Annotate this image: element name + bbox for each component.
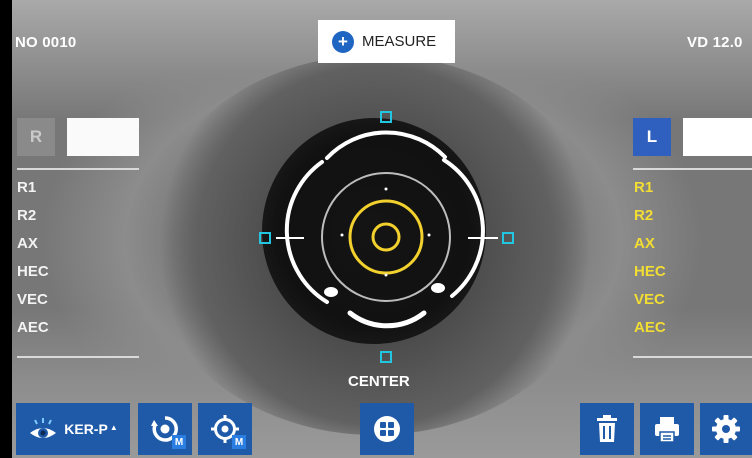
print-button[interactable] <box>640 403 694 455</box>
right-aec-label: AEC <box>17 319 49 336</box>
mid-ring <box>321 172 451 302</box>
left-ax-label: AX <box>634 235 655 252</box>
reflection-right <box>431 283 445 293</box>
marker-right-line <box>468 237 498 239</box>
m-badge: M <box>232 435 246 449</box>
dot-top <box>384 187 388 191</box>
right-eye-id-field <box>67 118 139 156</box>
left-hec-label: HEC <box>634 263 666 280</box>
left-r2-label: R2 <box>634 207 654 224</box>
grid-icon <box>374 416 400 442</box>
measurement-mode-button[interactable]: KER-P ▲ <box>16 403 130 455</box>
left-panel-top-divider <box>633 168 752 170</box>
right-vec-label: VEC <box>17 291 48 308</box>
menu-grid-button[interactable] <box>360 403 414 455</box>
left-eye-id-field <box>683 118 752 156</box>
marker-bottom <box>380 351 392 363</box>
auto-tracking-button[interactable]: M <box>138 403 192 455</box>
right-hec-label: HEC <box>17 263 49 280</box>
left-vec-label: VEC <box>634 291 665 308</box>
target-inner-ring <box>371 222 401 252</box>
m-badge: M <box>172 435 186 449</box>
print-icon <box>655 417 679 443</box>
patient-number: NO 0010 <box>15 34 77 51</box>
right-eye-badge[interactable]: R <box>17 118 55 156</box>
mode-label: KER-P <box>64 421 108 437</box>
right-panel-top-divider <box>17 168 139 170</box>
measure-button-label: MEASURE <box>362 33 437 50</box>
mode-dropdown-arrow: ▲ <box>109 423 118 432</box>
delete-button[interactable] <box>580 403 634 455</box>
trash-icon <box>597 415 617 442</box>
right-r2-label: R2 <box>17 207 37 224</box>
gear-icon <box>712 415 740 443</box>
dot-bottom <box>384 273 388 277</box>
marker-right <box>502 232 514 244</box>
eye-icon <box>30 418 57 438</box>
left-panel-bottom-divider <box>633 356 752 358</box>
dot-left <box>340 233 344 237</box>
left-aec-label: AEC <box>634 319 666 336</box>
marker-top <box>380 111 392 123</box>
vertex-distance: VD 12.0 <box>687 34 743 51</box>
target-outer-ring <box>348 199 424 275</box>
marker-left-line <box>276 237 304 239</box>
settings-button[interactable] <box>700 403 752 455</box>
right-ax-label: AX <box>17 235 38 252</box>
outer-arc-ring <box>284 130 485 304</box>
right-r1-label: R1 <box>17 179 37 196</box>
marker-left <box>259 232 271 244</box>
lower-arc <box>347 310 427 329</box>
plus-icon: + <box>332 30 354 53</box>
left-r1-label: R1 <box>634 179 654 196</box>
camera-screen: CENTER NO 0010 VD 12.0 + MEASURE R R1 R2… <box>0 0 752 458</box>
auto-target-button[interactable]: M <box>198 403 252 455</box>
right-panel-bottom-divider <box>17 356 139 358</box>
left-eye-badge[interactable]: L <box>633 118 671 156</box>
center-status-label: CENTER <box>348 373 410 390</box>
reflection-left <box>324 287 338 297</box>
dot-right <box>427 233 431 237</box>
measure-button[interactable]: + MEASURE <box>318 20 455 63</box>
